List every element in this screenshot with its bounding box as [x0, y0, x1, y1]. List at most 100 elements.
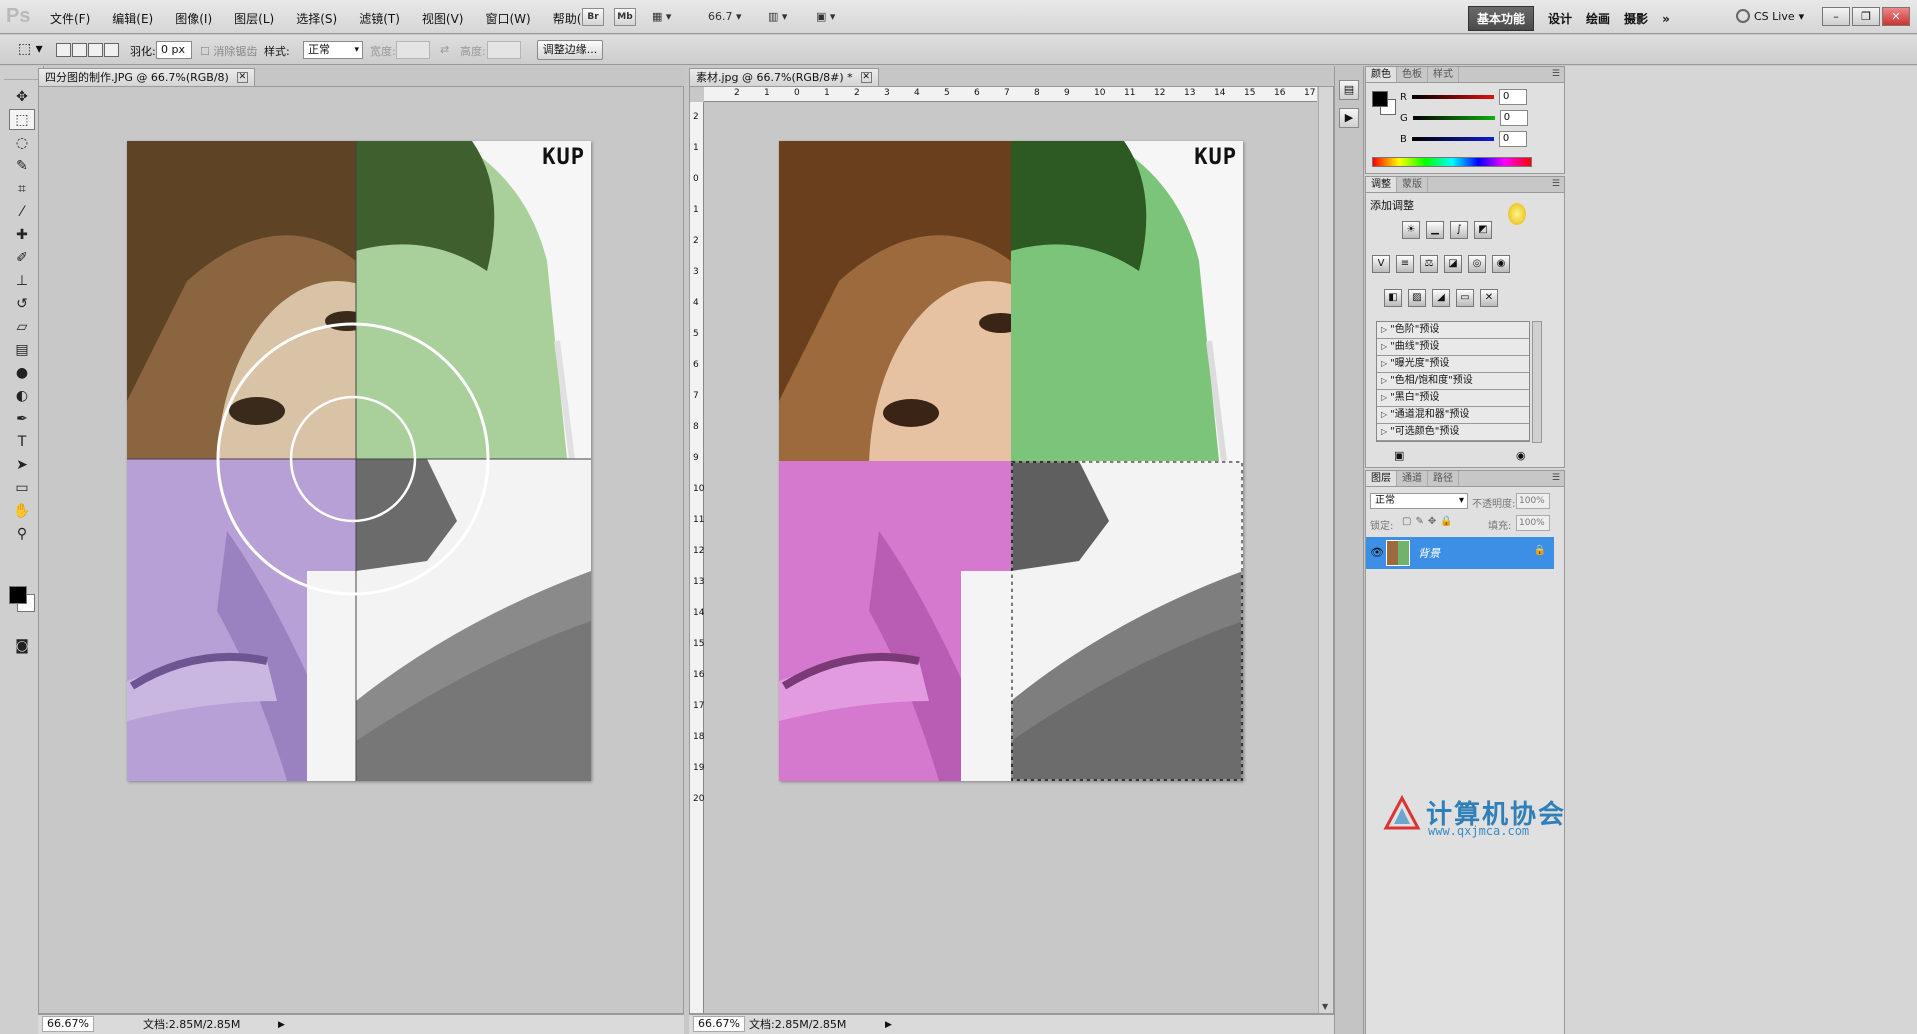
lock-icons[interactable]: ▢✎✥🔒 [1402, 516, 1457, 527]
minibridge-button[interactable]: Mb [614, 8, 636, 26]
swap-dimensions-icon[interactable]: ⇄ [440, 43, 449, 56]
invert-icon[interactable]: ◧ [1384, 289, 1402, 307]
menu-filter[interactable]: 滤镜(T) [359, 10, 400, 27]
green-channel-slider[interactable] [1412, 116, 1495, 120]
adjustment-options-icon[interactable]: ◉ [1516, 449, 1526, 462]
toolbox-grip[interactable] [4, 70, 39, 80]
zoom-field[interactable]: 66.67% [693, 1016, 745, 1032]
preset-channel-mixer[interactable]: ▷ "通道混和器"预设 [1377, 407, 1529, 424]
shape-tool-icon[interactable]: ▭ [9, 477, 35, 498]
workspace-design[interactable]: 设计 [1548, 10, 1572, 27]
tab-paths[interactable]: 路径 [1428, 471, 1459, 486]
add-selection-icon[interactable] [72, 43, 87, 57]
color-spectrum-bar[interactable] [1372, 157, 1532, 167]
red-channel-slider[interactable] [1411, 95, 1494, 99]
refine-edge-button[interactable]: 调整边缘... [537, 40, 603, 60]
document-canvas-2[interactable]: 2 1 0 1 2 3 4 5 6 7 8 9 10 11 12 13 14 15 16 17 21012345678… [689, 86, 1334, 1014]
hue-saturation-icon[interactable]: ≡ [1396, 255, 1414, 273]
move-tool-icon[interactable]: ✥ [9, 86, 35, 107]
feather-input[interactable]: 0 px [156, 41, 192, 59]
quick-select-tool-icon[interactable]: ✎ [9, 155, 35, 176]
blur-tool-icon[interactable]: ● [9, 362, 35, 383]
tab-masks[interactable]: 蒙版 [1397, 177, 1428, 192]
width-input[interactable] [396, 41, 430, 59]
lasso-tool-icon[interactable]: ◌ [9, 132, 35, 153]
cs-live-button[interactable]: CS Live ▾ [1736, 9, 1804, 23]
menu-edit[interactable]: 编辑(E) [112, 10, 153, 27]
menu-select[interactable]: 选择(S) [296, 10, 337, 27]
zoom-field[interactable]: 66.67% [42, 1016, 94, 1032]
foreground-color-swatch[interactable] [9, 586, 27, 604]
menu-image[interactable]: 图像(I) [175, 10, 212, 27]
tab-adjustments[interactable]: 调整 [1366, 177, 1397, 192]
workspace-photography[interactable]: 摄影 [1624, 10, 1648, 27]
path-select-tool-icon[interactable]: ➤ [9, 454, 35, 475]
black-white-icon[interactable]: ◪ [1444, 255, 1462, 273]
preset-hue-saturation[interactable]: ▷ "色相/饱和度"预设 [1377, 373, 1529, 390]
style-select[interactable]: 正常 ▾ [303, 41, 363, 59]
hand-tool-icon[interactable]: ✋ [9, 500, 35, 521]
color-balance-icon[interactable]: ⚖ [1420, 255, 1438, 273]
menu-layer[interactable]: 图层(L) [234, 10, 274, 27]
zoom-tool-icon[interactable]: ⚲ [9, 523, 35, 544]
document-tab-2[interactable]: 素材.jpg @ 66.7%(RGB/8#) * ✕ [689, 68, 879, 86]
photo-filter-icon[interactable]: ◎ [1468, 255, 1486, 273]
exposure-icon[interactable]: ◩ [1474, 221, 1492, 239]
healing-brush-tool-icon[interactable]: ✚ [9, 224, 35, 245]
quick-mask-icon[interactable]: ◙ [9, 635, 35, 656]
zoom-level-dropdown[interactable]: 66.7 ▾ [708, 10, 742, 23]
threshold-icon[interactable]: ◢ [1432, 289, 1450, 307]
brightness-contrast-icon[interactable]: ☀ [1402, 221, 1420, 239]
close-icon[interactable]: ✕ [1882, 7, 1910, 26]
tab-swatches[interactable]: 色板 [1397, 67, 1428, 82]
bridge-button[interactable]: Br [582, 8, 604, 26]
lightbulb-icon[interactable] [1508, 203, 1526, 225]
blend-mode-select[interactable]: 正常 ▾ [1370, 493, 1468, 509]
eyedropper-tool-icon[interactable]: ⁄ [9, 201, 35, 222]
layer-row-background[interactable]: 👁 背景 🔒 [1366, 537, 1554, 569]
view-extras-dropdown[interactable]: ▦ ▾ [652, 10, 671, 23]
preset-exposure[interactable]: ▷ "曝光度"预设 [1377, 356, 1529, 373]
levels-icon[interactable]: ▁ [1426, 221, 1444, 239]
dodge-tool-icon[interactable]: ◐ [9, 385, 35, 406]
workspace-more[interactable]: » [1662, 12, 1670, 26]
red-channel-input[interactable]: 0 [1498, 89, 1527, 105]
blue-channel-input[interactable]: 0 [1498, 131, 1527, 147]
tab-channels[interactable]: 通道 [1397, 471, 1428, 486]
restore-icon[interactable]: ❐ [1852, 7, 1880, 26]
panel-menu-icon[interactable]: ☰ [1552, 179, 1560, 189]
crop-tool-icon[interactable]: ⌗ [9, 178, 35, 199]
menu-window[interactable]: 窗口(W) [485, 10, 530, 27]
tab-styles[interactable]: 样式 [1428, 67, 1459, 82]
new-selection-icon[interactable] [56, 43, 71, 57]
gradient-map-icon[interactable]: ▭ [1456, 289, 1474, 307]
clip-to-layer-icon[interactable]: ▣ [1394, 449, 1404, 462]
rect-marquee-tool-icon[interactable]: ⬚ [9, 109, 35, 130]
height-input[interactable] [487, 41, 521, 59]
close-icon[interactable]: ✕ [860, 72, 872, 83]
preset-curves[interactable]: ▷ "曲线"预设 [1377, 339, 1529, 356]
workspace-painting[interactable]: 绘画 [1586, 10, 1610, 27]
type-tool-icon[interactable]: T [9, 431, 35, 452]
brush-tool-icon[interactable]: ✐ [9, 247, 35, 268]
vibrance-icon[interactable]: V [1372, 255, 1390, 273]
fill-input[interactable]: 100% [1516, 515, 1550, 531]
presets-scrollbar[interactable] [1532, 321, 1542, 443]
gradient-tool-icon[interactable]: ▤ [9, 339, 35, 360]
tab-color[interactable]: 颜色 [1366, 67, 1397, 82]
antialias-checkbox[interactable]: ☐ 消除锯齿 [200, 43, 257, 59]
status-menu-icon[interactable]: ▶ [278, 1016, 285, 1034]
subtract-selection-icon[interactable] [88, 43, 103, 57]
history-panel-icon[interactable]: ▤ [1339, 80, 1359, 100]
preset-selective-color[interactable]: ▷ "可选颜色"预设 [1377, 424, 1529, 441]
workspace-essentials[interactable]: 基本功能 [1468, 6, 1535, 31]
screen-mode-dropdown[interactable]: ▣ ▾ [816, 10, 835, 23]
tab-layers[interactable]: 图层 [1366, 471, 1397, 486]
actions-panel-icon[interactable]: ▶ [1339, 108, 1359, 128]
history-brush-tool-icon[interactable]: ↺ [9, 293, 35, 314]
opacity-input[interactable]: 100% [1516, 493, 1550, 509]
channel-mixer-icon[interactable]: ◉ [1492, 255, 1510, 273]
intersect-selection-icon[interactable] [104, 43, 119, 57]
minimize-icon[interactable]: – [1822, 7, 1850, 26]
arrange-documents-dropdown[interactable]: ▥ ▾ [768, 10, 787, 23]
